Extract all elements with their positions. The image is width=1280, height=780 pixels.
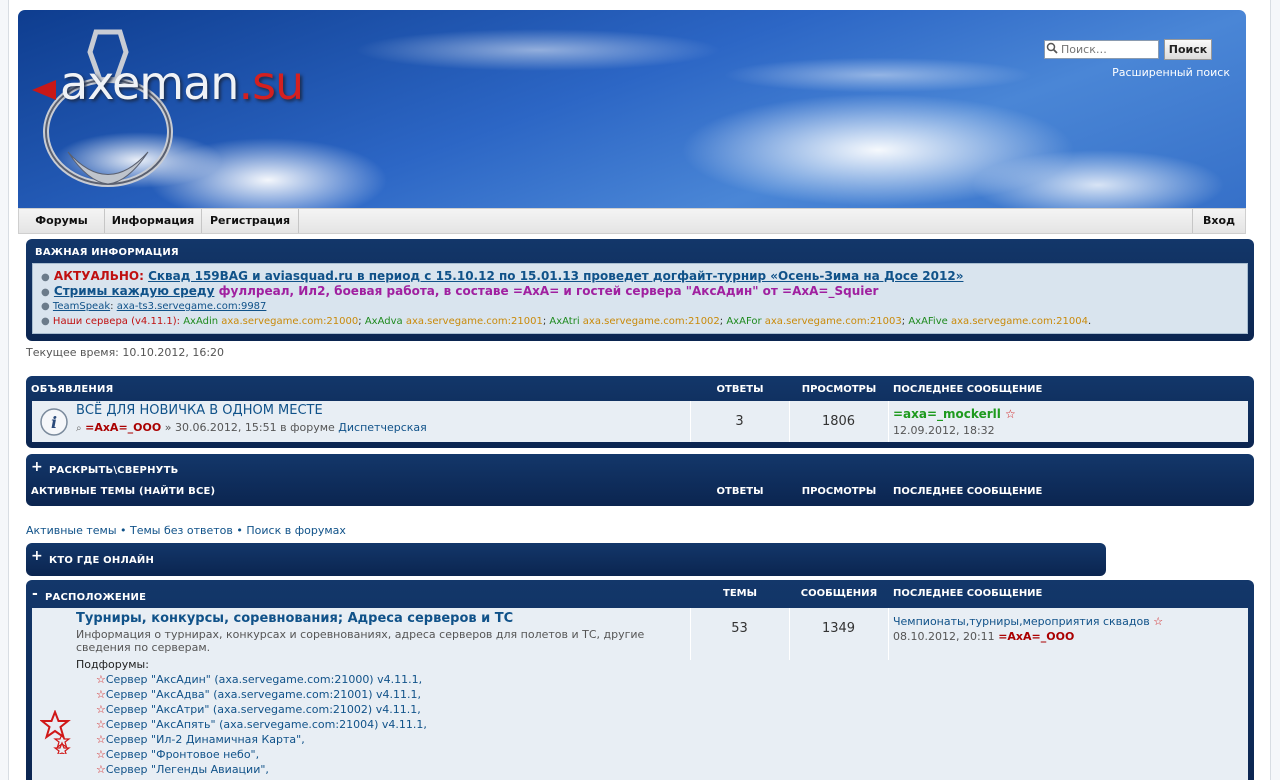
forum-last-post-meta: 08.10.2012, 20:11 =AxA=_OOO [893, 630, 1075, 643]
collapse-icon[interactable]: - [32, 586, 38, 602]
star-icon: ☆ [1005, 407, 1016, 421]
announcement-replies: 3 [735, 414, 744, 429]
star-icon: ☆ [1153, 615, 1164, 628]
forum-title-link[interactable]: Турниры, конкурсы, соревнования; Адреса … [76, 611, 513, 626]
subforums-list: ☆Сервер "АксАдин" (axa.servegame.com:210… [96, 672, 427, 777]
announcement-row: i ВСЁ ДЛЯ НОВИЧКА В ОДНОМ МЕСТЕ ⌕ =AxA=_… [32, 401, 1248, 442]
subforum-link[interactable]: ☆Сервер "Ил-2 Динамичная Карта", [96, 732, 427, 747]
who-online-block: + КТО ГДЕ ОНЛАЙН [26, 543, 1106, 576]
announcement-views: 1806 [821, 414, 856, 429]
search-icon [1046, 42, 1058, 54]
attachment-icon: ⌕ [76, 423, 82, 434]
announcement-line-1: ● АКТУАЛЬНО: Сквад 159BAG и aviasquad.ru… [41, 269, 964, 283]
col-views: ПРОСМОТРЫ [801, 384, 877, 395]
subforum-link[interactable]: ☆Сервер "АксАдва" (axa.servegame.com:210… [96, 687, 427, 702]
svg-text:i: i [51, 413, 57, 432]
site-logo-text[interactable]: axeman.su [60, 56, 304, 110]
nav-forums[interactable]: Форумы [19, 209, 105, 233]
col-last-post: ПОСЛЕДНЕЕ СООБЩЕНИЕ [893, 588, 1043, 599]
active-topics-block: + РАСКРЫТЬ\СВЕРНУТЬ АКТИВНЫЕ ТЕМЫ (НАЙТИ… [26, 454, 1254, 506]
header-banner: axeman.su Поиск Расширенный поиск [18, 10, 1246, 208]
forum-search-link[interactable]: Поиск в форумах [246, 524, 346, 537]
last-post-date: 12.09.2012, 18:32 [893, 424, 995, 437]
forum-topics-count: 53 [731, 621, 748, 636]
tournament-link[interactable]: Сквад 159BAG и aviasquad.ru в период с 1… [148, 269, 963, 283]
important-info-block: ВАЖНАЯ ИНФОРМАЦИЯ ● АКТУАЛЬНО: Сквад 159… [26, 239, 1254, 341]
teamspeak-address-link[interactable]: axa-ts3.servegame.com:9987 [117, 301, 267, 312]
search-button[interactable]: Поиск [1164, 39, 1212, 60]
expand-icon[interactable]: + [31, 548, 43, 564]
important-info-title: ВАЖНАЯ ИНФОРМАЦИЯ [35, 247, 179, 258]
col-topics: ТЕМЫ [723, 588, 757, 599]
important-info-content: ● АКТУАЛЬНО: Сквад 159BAG и aviasquad.ru… [32, 263, 1248, 334]
teamspeak-link[interactable]: TeamSpeak [53, 301, 110, 312]
forum-description: Информация о турнирах, конкурсах и сорев… [76, 628, 645, 654]
announcement-topic-title[interactable]: ВСЁ ДЛЯ НОВИЧКА В ОДНОМ МЕСТЕ [76, 403, 323, 418]
nav-info[interactable]: Информация [105, 209, 202, 233]
servers-line: ● Наши сервера (v4.11.1): AxAdin axa.ser… [41, 316, 1092, 327]
streams-link[interactable]: Стримы каждую среду [54, 284, 215, 298]
col-last-post: ПОСЛЕДНЕЕ СООБЩЕНИЕ [893, 384, 1043, 395]
subforum-link[interactable]: ☆Сервер "Фронтовое небо", [96, 747, 427, 762]
announcement-line-2: ● Стримы каждую среду фуллреал, Ил2, бое… [41, 284, 879, 298]
forum-last-post-author[interactable]: =AxA=_OOO [998, 630, 1074, 643]
announcements-title: ОБЪЯВЛЕНИЯ [31, 384, 114, 395]
topic-forum-link[interactable]: Диспетчерская [338, 421, 426, 434]
col-replies: ОТВЕТЫ [716, 486, 764, 497]
teamspeak-line: ● TeamSpeak: axa-ts3.servegame.com:9987 [41, 301, 267, 312]
unanswered-topics-link[interactable]: Темы без ответов [130, 524, 233, 537]
expand-icon[interactable]: + [31, 459, 43, 475]
col-views: ПРОСМОТРЫ [801, 486, 877, 497]
subforum-link[interactable]: ☆Сервер "АксАдин" (axa.servegame.com:210… [96, 672, 427, 687]
forum-posts-count: 1349 [821, 621, 856, 636]
subforum-link[interactable]: ☆Сервер "Легенды Авиации", [96, 762, 427, 777]
active-topics-link[interactable]: Активные темы [26, 524, 117, 537]
subforum-link[interactable]: ☆Сервер "АксАтри" (axa.servegame.com:210… [96, 702, 427, 717]
main-nav: Форумы Информация Регистрация Вход [18, 208, 1246, 234]
col-last-post: ПОСЛЕДНЕЕ СООБЩЕНИЕ [893, 486, 1043, 497]
nav-login[interactable]: Вход [1192, 209, 1245, 233]
forum-row: Турниры, конкурсы, соревнования; Адреса … [32, 608, 1248, 780]
announcement-topic-meta: ⌕ =AxA=_OOO » 30.06.2012, 15:51 в форуме… [76, 421, 427, 434]
location-block: - РАСПОЛОЖЕНИЕ ТЕМЫ СООБЩЕНИЯ ПОСЛЕДНЕЕ … [26, 580, 1254, 780]
nav-register[interactable]: Регистрация [202, 209, 299, 233]
forum-stars-icon [40, 710, 71, 754]
subforums-label: Подфорумы: [76, 658, 149, 671]
forum-last-post-title[interactable]: Чемпионаты,турниры,мероприятия сквадов ☆ [893, 615, 1163, 628]
active-topics-toggle[interactable]: РАСКРЫТЬ\СВЕРНУТЬ [49, 465, 178, 476]
quick-links: Активные темы • Темы без ответов • Поиск… [26, 524, 346, 537]
search-input[interactable] [1044, 40, 1159, 59]
current-time: Текущее время: 10.10.2012, 16:20 [26, 346, 225, 359]
col-replies: ОТВЕТЫ [716, 384, 764, 395]
active-topics-title[interactable]: АКТИВНЫЕ ТЕМЫ (НАЙТИ ВСЕ) [31, 486, 215, 497]
who-online-title[interactable]: КТО ГДЕ ОНЛАЙН [49, 555, 154, 566]
info-icon: i [40, 408, 68, 436]
last-post-author[interactable]: =axa=_mockerll ☆ [893, 407, 1016, 421]
subforum-link[interactable]: ☆Сервер "АксАпять" (axa.servegame.com:21… [96, 717, 427, 732]
col-posts: СООБЩЕНИЯ [800, 588, 878, 599]
announcements-block: ОБЪЯВЛЕНИЯ ОТВЕТЫ ПРОСМОТРЫ ПОСЛЕДНЕЕ СО… [26, 376, 1254, 448]
topic-author[interactable]: =AxA=_OOO [85, 421, 161, 434]
advanced-search-link[interactable]: Расширенный поиск [1112, 66, 1230, 79]
location-title[interactable]: РАСПОЛОЖЕНИЕ [45, 592, 146, 603]
